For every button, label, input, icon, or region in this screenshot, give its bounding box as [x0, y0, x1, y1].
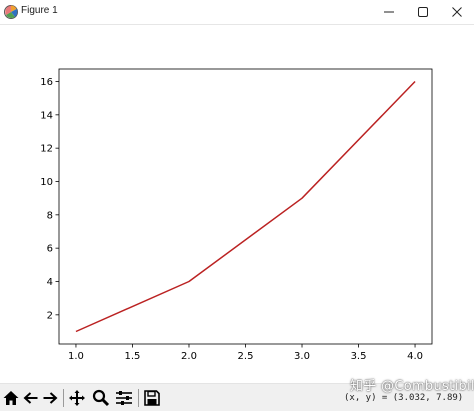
y-tick-label: 8 — [47, 210, 53, 221]
y-tick-label: 14 — [40, 110, 53, 121]
y-tick-label: 16 — [40, 77, 53, 88]
x-tick-label: 4.0 — [407, 351, 423, 362]
watermark: 知乎 @Combustibility — [350, 375, 474, 394]
forward-icon[interactable] — [41, 389, 59, 407]
configure-icon[interactable] — [115, 389, 133, 407]
back-icon[interactable] — [22, 389, 40, 407]
x-tick-label: 1.0 — [68, 351, 84, 362]
window-title: Figure 1 — [21, 5, 58, 16]
maximize-icon — [417, 6, 429, 18]
matplotlib-app-icon — [3, 4, 19, 20]
cursor-coordinates: (x, y) = (3.032, 7.89) — [344, 393, 463, 403]
minimize-icon — [383, 6, 395, 18]
x-tick-label: 2.5 — [238, 351, 254, 362]
maximize-button[interactable] — [406, 0, 440, 24]
axes-frame — [59, 69, 432, 344]
x-tick-label: 3.5 — [351, 351, 367, 362]
y-tick-label: 6 — [47, 244, 53, 255]
minimize-button[interactable] — [372, 0, 406, 24]
y-tick-label: 12 — [40, 144, 53, 155]
x-tick-label: 3.0 — [294, 351, 310, 362]
close-button[interactable] — [440, 0, 474, 24]
pan-icon[interactable] — [68, 389, 86, 407]
save-icon[interactable] — [143, 389, 161, 407]
y-tick-label: 10 — [40, 177, 53, 188]
close-icon — [451, 6, 463, 18]
zoom-icon[interactable] — [92, 389, 110, 407]
home-icon[interactable] — [2, 389, 20, 407]
y-tick-label: 4 — [47, 277, 53, 288]
toolbar-separator — [63, 389, 64, 407]
title-bar: Figure 1 — [0, 0, 474, 25]
line-chart: 1.0 1.5 2.0 2.5 3.0 3.5 4.0 2 4 6 8 10 12 14 16 — [0, 25, 474, 383]
figure-canvas[interactable]: 1.0 1.5 2.0 2.5 3.0 3.5 4.0 2 4 6 8 10 12 14 16 — [0, 25, 474, 383]
x-tick-label: 2.0 — [181, 351, 197, 362]
x-tick-label: 1.5 — [125, 351, 141, 362]
y-tick-label: 2 — [47, 310, 53, 321]
toolbar-separator — [138, 389, 139, 407]
